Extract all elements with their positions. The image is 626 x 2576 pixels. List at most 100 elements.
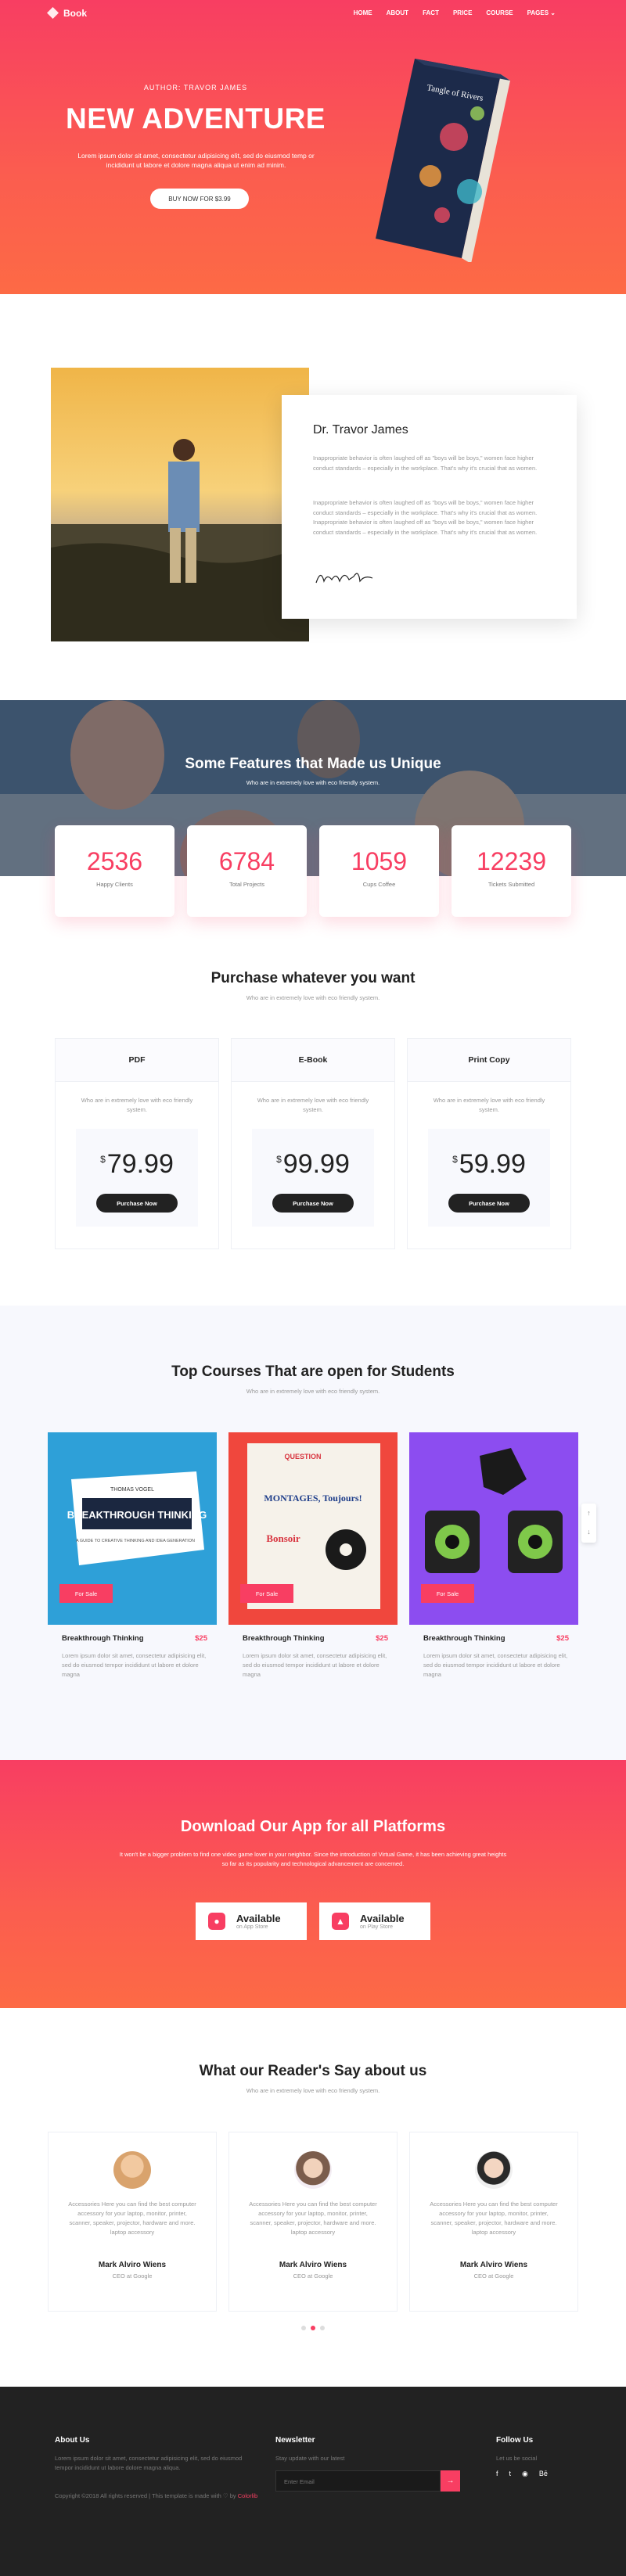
- course-cover-image: For Sale: [409, 1432, 578, 1625]
- review-text: Accessories Here you can find the best c…: [68, 2201, 196, 2236]
- store-title: Available: [360, 1913, 405, 1924]
- review-card: Accessories Here you can find the best c…: [409, 2132, 578, 2312]
- logo[interactable]: Book: [47, 7, 87, 19]
- menu-about[interactable]: ABOUT: [387, 9, 408, 16]
- course-meta: Breakthrough Thinking $25: [423, 1634, 569, 1643]
- menu-home[interactable]: HOME: [354, 9, 372, 16]
- footer-about-text: Lorem ipsum dolor sit amet, consectetur …: [55, 2455, 243, 2471]
- plan-description: Who are in extremely love with eco frien…: [81, 1097, 193, 1113]
- footer-copyright: Copyright ©2018 All rights reserved | Th…: [55, 2492, 262, 2501]
- course-title: Breakthrough Thinking: [243, 1634, 325, 1643]
- stat-value: 2536: [86, 847, 143, 875]
- hero-subtitle: Lorem ipsum dolor sit amet, consectetur …: [77, 152, 315, 169]
- price-value: 79.99: [106, 1149, 174, 1179]
- purchase-button[interactable]: Purchase Now: [272, 1194, 354, 1213]
- stat-value: 6784: [218, 847, 275, 875]
- behance-icon[interactable]: Bē: [539, 2470, 548, 2478]
- menu-course[interactable]: COURSE: [486, 9, 513, 16]
- author-bio-card: Dr. Travor James Inappropriate behavior …: [282, 395, 577, 619]
- reviews-title: What our Reader's Say about us: [199, 2063, 427, 2079]
- arrow-up-icon[interactable]: ↑: [581, 1504, 596, 1522]
- course-cover-image: QUESTION MONTAGES, Toujours! Bonsoir For…: [228, 1432, 398, 1625]
- arrow-down-icon[interactable]: ↓: [581, 1522, 596, 1541]
- cover-title-text: BREAKTHROUGH THINKING: [67, 1509, 207, 1521]
- carousel-dot-active[interactable]: [311, 2326, 315, 2330]
- app-store-button[interactable]: ● Available on App Store: [196, 1902, 307, 1940]
- course-description: Lorem ipsum dolor sit amet, consectetur …: [62, 1652, 207, 1678]
- dribbble-icon[interactable]: ◉: [522, 2470, 528, 2478]
- price-box: $59.99 Purchase Now: [428, 1129, 550, 1227]
- menu-fact[interactable]: FACT: [423, 9, 439, 16]
- price-box: $99.99 Purchase Now: [252, 1129, 374, 1227]
- plan-description: Who are in extremely love with eco frien…: [257, 1097, 369, 1113]
- logo-icon: [47, 7, 59, 19]
- chevron-down-icon: ⌄: [550, 9, 556, 16]
- follow-text: Let us be social: [496, 2455, 538, 2462]
- pricing-card: PDF Who are in extremely love with eco f…: [55, 1038, 219, 1249]
- author-photo: [51, 368, 309, 641]
- review-card: Accessories Here you can find the best c…: [228, 2132, 398, 2312]
- buy-now-button[interactable]: BUY NOW FOR $3.99: [150, 189, 249, 209]
- android-icon: ▲: [332, 1913, 349, 1930]
- purchase-button[interactable]: Purchase Now: [448, 1194, 530, 1213]
- carousel-dot[interactable]: [320, 2326, 325, 2330]
- play-store-button[interactable]: ▲ Available on Play Store: [319, 1902, 430, 1940]
- app-title: Download Our App for all Platforms: [180, 1818, 446, 1835]
- email-input[interactable]: Enter Email: [275, 2470, 441, 2492]
- plan-description: Who are in extremely love with eco frien…: [433, 1097, 545, 1113]
- menu-price[interactable]: PRICE: [453, 9, 472, 16]
- plan-price: $79.99: [76, 1129, 198, 1180]
- courses-title: Top Courses That are open for Students: [171, 1363, 455, 1380]
- purchase-button[interactable]: Purchase Now: [96, 1194, 178, 1213]
- reviewer-role: CEO at Google: [473, 2272, 514, 2280]
- course-card[interactable]: QUESTION MONTAGES, Toujours! Bonsoir For…: [228, 1432, 398, 1678]
- carousel-dot[interactable]: [301, 2326, 306, 2330]
- course-title: Breakthrough Thinking: [62, 1634, 144, 1643]
- copyright-text: Copyright ©2018 All rights reserved | Th…: [55, 2492, 236, 2499]
- twitter-icon[interactable]: t: [509, 2470, 512, 2478]
- author-bio-paragraph-2: Inappropriate behavior is often laughed …: [313, 499, 538, 536]
- menu-pages[interactable]: PAGES ⌄: [527, 9, 556, 16]
- footer-about-title: About Us: [55, 2436, 90, 2445]
- price-value: 99.99: [282, 1149, 350, 1179]
- hero-section: Book HOME ABOUT FACT PRICE COURSE PAGES …: [0, 0, 626, 294]
- top-nav: Book HOME ABOUT FACT PRICE COURSE PAGES …: [0, 0, 626, 27]
- stat-label: Happy Clients: [96, 881, 133, 888]
- page: Book HOME ABOUT FACT PRICE COURSE PAGES …: [0, 0, 626, 2576]
- hero-author: AUTHOR: TRAVOR JAMES: [143, 84, 248, 92]
- course-cover-image: THOMAS VOGEL BREAKTHROUGH THINKING A GUI…: [48, 1432, 217, 1625]
- credit-link[interactable]: Colorlib: [238, 2492, 257, 2499]
- menu-pages-label: PAGES: [527, 9, 549, 16]
- plan-name: Print Copy: [408, 1039, 570, 1082]
- main-menu: HOME ABOUT FACT PRICE COURSE PAGES ⌄: [354, 9, 556, 16]
- facebook-icon[interactable]: f: [496, 2470, 498, 2478]
- carousel-dots: [301, 2326, 325, 2330]
- currency-symbol: $: [100, 1154, 106, 1165]
- arrow-right-icon: →: [446, 2477, 455, 2485]
- course-description: Lorem ipsum dolor sit amet, consectetur …: [243, 1652, 387, 1678]
- apple-icon: ●: [208, 1913, 225, 1930]
- cover-top-text: QUESTION: [284, 1453, 321, 1460]
- course-slider-control: ↑ ↓: [581, 1504, 596, 1543]
- stat-card: 12239 Tickets Submitted: [452, 825, 571, 917]
- course-card[interactable]: THOMAS VOGEL BREAKTHROUGH THINKING A GUI…: [48, 1432, 217, 1678]
- for-sale-badge: For Sale: [59, 1584, 113, 1603]
- cover-word-text: Bonsoir: [266, 1532, 300, 1544]
- avatar: [475, 2151, 513, 2189]
- pricing-card: E-Book Who are in extremely love with ec…: [231, 1038, 395, 1249]
- stat-label: Total Projects: [228, 881, 265, 888]
- subscribe-arrow-button[interactable]: →: [441, 2470, 460, 2492]
- course-price: $25: [195, 1634, 207, 1643]
- review-card: Accessories Here you can find the best c…: [48, 2132, 217, 2312]
- follow-title: Follow Us: [496, 2436, 534, 2445]
- course-description: Lorem ipsum dolor sit amet, consectetur …: [423, 1652, 568, 1678]
- cover-author-text: THOMAS VOGEL: [110, 1487, 154, 1493]
- author-bio-paragraph-1: Inappropriate behavior is often laughed …: [313, 454, 538, 472]
- plan-price: $99.99: [252, 1129, 374, 1180]
- newsletter-title: Newsletter: [275, 2436, 315, 2445]
- features-title: Some Features that Made us Unique: [185, 756, 441, 772]
- store-subtitle: on Play Store: [360, 1924, 394, 1930]
- plan-name: E-Book: [232, 1039, 394, 1082]
- course-card[interactable]: For Sale Breakthrough Thinking $25 Lorem …: [409, 1432, 578, 1678]
- cover-subtitle-text: A GUIDE TO CREATIVE THINKING AND IDEA GE…: [76, 1539, 195, 1543]
